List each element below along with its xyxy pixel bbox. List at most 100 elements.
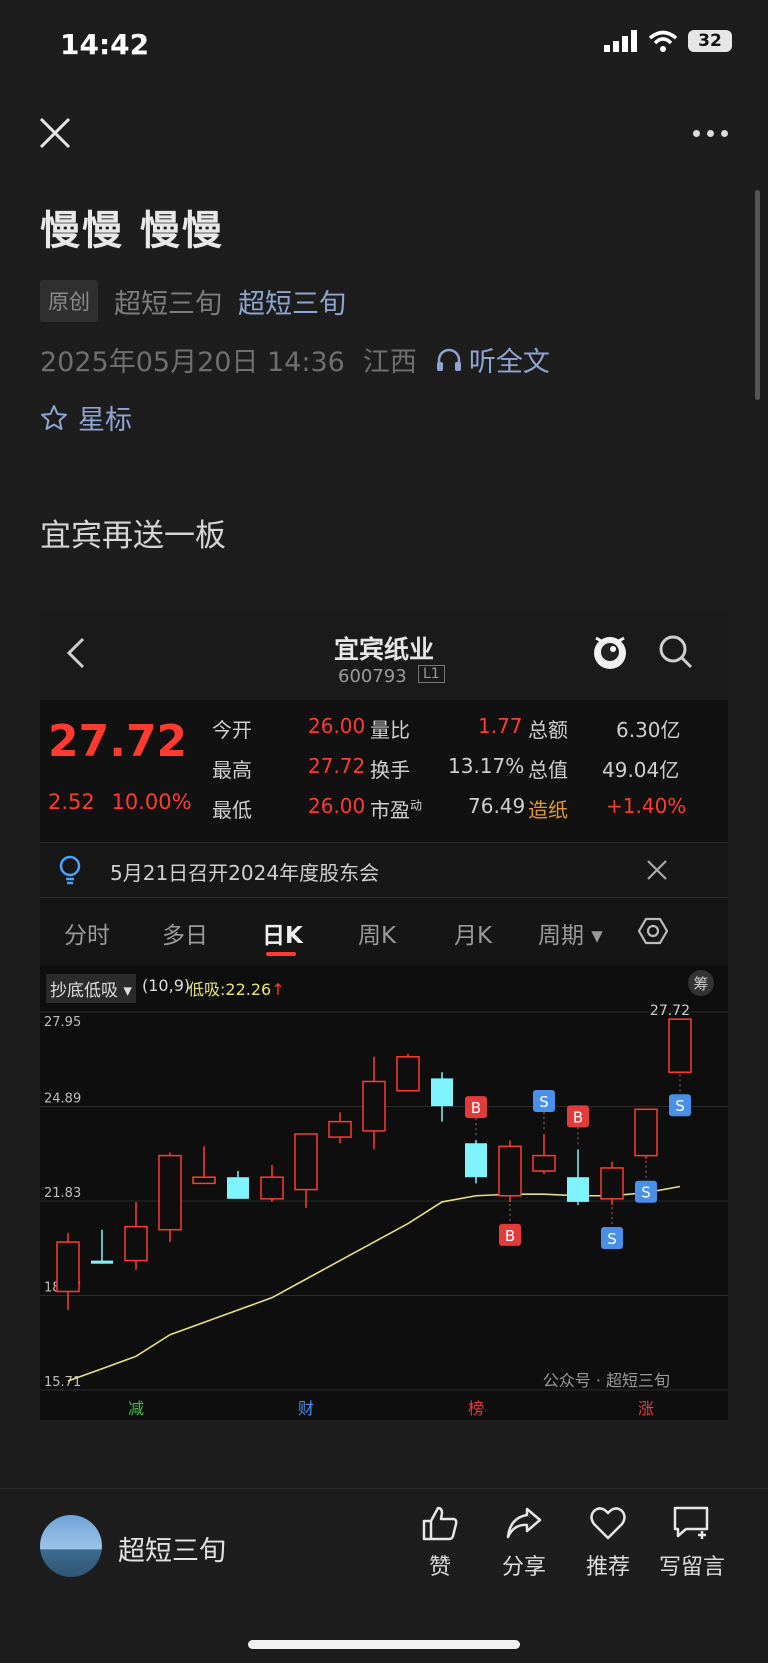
stock-header: 宜宾纸业 600793 L1	[40, 610, 728, 700]
publish-date: 2025年05月20日 14:36	[40, 347, 345, 378]
candle-body	[192, 1176, 216, 1185]
watermark-text: 公众号 · 超短三旬	[543, 1371, 670, 1390]
tab-period: 周期 ▾	[538, 923, 603, 949]
candle-body	[668, 1018, 692, 1073]
close-notice-icon	[647, 860, 667, 880]
candle-body	[634, 1108, 658, 1157]
comment-label: 写留言	[658, 1555, 725, 1580]
indicator-name: 抄底低吸 ▾	[46, 974, 136, 1003]
candle-body	[600, 1167, 624, 1200]
comment-button[interactable]: 写留言	[652, 1505, 732, 1581]
chip-badge: 筹	[688, 970, 714, 996]
thumbs-up-icon	[422, 1506, 458, 1541]
candle-body	[431, 1078, 453, 1107]
quote-label: 最低	[212, 798, 252, 822]
like-button[interactable]: 赞	[400, 1505, 480, 1581]
share-button[interactable]: 分享	[484, 1505, 564, 1581]
candle-body	[396, 1056, 420, 1092]
tab-intraday: 分时	[64, 923, 110, 949]
y-tick-label: 27.95	[44, 1015, 81, 1030]
candle-body	[91, 1260, 113, 1264]
notice-bar: 5月21日召开2024年度股东会	[40, 842, 728, 898]
status-icons: 32	[604, 30, 732, 52]
quote-value: 26.00	[308, 714, 366, 738]
candle-body	[294, 1133, 318, 1191]
publish-location: 江西	[362, 347, 417, 378]
quote-label: 量比	[370, 718, 410, 742]
account-link[interactable]: 超短三旬	[238, 282, 346, 321]
chart-tabs: 分时 多日 日K 周K 月K 周期 ▾	[40, 898, 728, 964]
candle-body	[498, 1145, 522, 1197]
event-mark: 涨	[638, 1399, 654, 1418]
candlestick-svg: 27.9524.8921.8318.7715.71BBSBSSS27.72减财榜…	[40, 1003, 728, 1418]
stock-code: 600793	[338, 666, 407, 687]
candle-body	[56, 1241, 80, 1293]
bulb-icon	[59, 855, 81, 885]
avatar[interactable]	[40, 1515, 102, 1577]
tab-multiday: 多日	[162, 923, 208, 949]
y-tick-label: 21.83	[44, 1186, 81, 1201]
candle-body	[362, 1080, 386, 1132]
author-name: 超短三旬	[114, 288, 222, 320]
quote-value: 1.77	[478, 714, 523, 738]
candle-body	[158, 1154, 182, 1231]
indicator-value: 低吸:22.26↑	[188, 980, 285, 999]
share-icon	[506, 1507, 542, 1539]
comment-icon	[673, 1506, 709, 1539]
event-mark: 榜	[468, 1399, 484, 1418]
signal-label: S	[539, 1093, 549, 1111]
last-price: 27.72	[48, 716, 188, 767]
share-label: 分享	[501, 1555, 546, 1580]
star-label: 星标	[78, 405, 132, 436]
scrollbar[interactable]	[755, 190, 760, 400]
quote-label: 市盈动	[370, 798, 423, 822]
candle-body	[567, 1177, 589, 1202]
tab-monthly-k: 月K	[454, 923, 493, 949]
account-name[interactable]: 超短三旬	[118, 1529, 226, 1568]
sector-label: 造纸	[528, 798, 568, 822]
sector-change: +1.40%	[606, 794, 687, 818]
level-badge: L1	[418, 665, 445, 683]
quote-value: 13.17%	[448, 754, 525, 778]
change-percent: 10.00%	[111, 790, 192, 814]
kline-chart: 抄底低吸 ▾ (10,9) 低吸:22.26↑ 筹 27.95 24.89 21.8…	[40, 966, 728, 1420]
y-tick-label: 15.71	[44, 1375, 81, 1390]
stock-screenshot-image: 宜宾纸业 600793 L1 27.72 2.52 10.00% 今开 26.0…	[40, 610, 728, 1420]
like-label: 赞	[428, 1555, 451, 1580]
search-icon	[659, 635, 693, 669]
quote-value: 26.00	[308, 794, 366, 818]
candle-body	[124, 1225, 148, 1262]
candle-body	[260, 1176, 284, 1200]
tab-weekly-k: 周K	[358, 923, 397, 949]
quote-panel: 27.72 2.52 10.00% 今开 26.00 量比 1.77 总额 6.…	[40, 702, 728, 840]
event-mark: 财	[298, 1399, 314, 1418]
listen-button[interactable]: 听全文	[435, 340, 550, 379]
candle-body	[532, 1154, 556, 1172]
quote-label: 总值	[528, 758, 568, 782]
signal-label: S	[641, 1184, 651, 1202]
more-options-icon[interactable]	[693, 130, 728, 137]
signal-label: B	[505, 1227, 515, 1245]
wifi-icon	[648, 30, 678, 52]
candle-body	[227, 1177, 249, 1199]
home-indicator	[248, 1640, 520, 1649]
settings-hex-icon	[638, 917, 668, 945]
quote-value: 27.72	[308, 754, 366, 778]
signal-icon	[604, 30, 637, 52]
article-meta-date: 2025年05月20日 14:36 江西 听全文	[40, 340, 550, 379]
notice-text: 5月21日召开2024年度股东会	[110, 861, 380, 885]
status-time: 14:42	[60, 28, 150, 61]
signal-label: B	[471, 1099, 481, 1117]
y-tick-label: 24.89	[44, 1092, 81, 1107]
bottom-action-bar: 超短三旬 赞 分享 推荐 写留言	[0, 1488, 768, 1599]
recommend-button[interactable]: 推荐	[568, 1505, 648, 1581]
change-value: 2.52	[48, 790, 95, 814]
indicator-params: (10,9)	[142, 976, 191, 995]
star-button[interactable]: 星标	[40, 398, 132, 437]
headphones-icon	[436, 348, 461, 371]
close-icon[interactable]	[38, 116, 72, 150]
recommend-label: 推荐	[585, 1555, 630, 1580]
listen-label: 听全文	[468, 347, 550, 378]
original-badge: 原创	[40, 280, 98, 322]
event-mark: 减	[128, 1399, 144, 1418]
